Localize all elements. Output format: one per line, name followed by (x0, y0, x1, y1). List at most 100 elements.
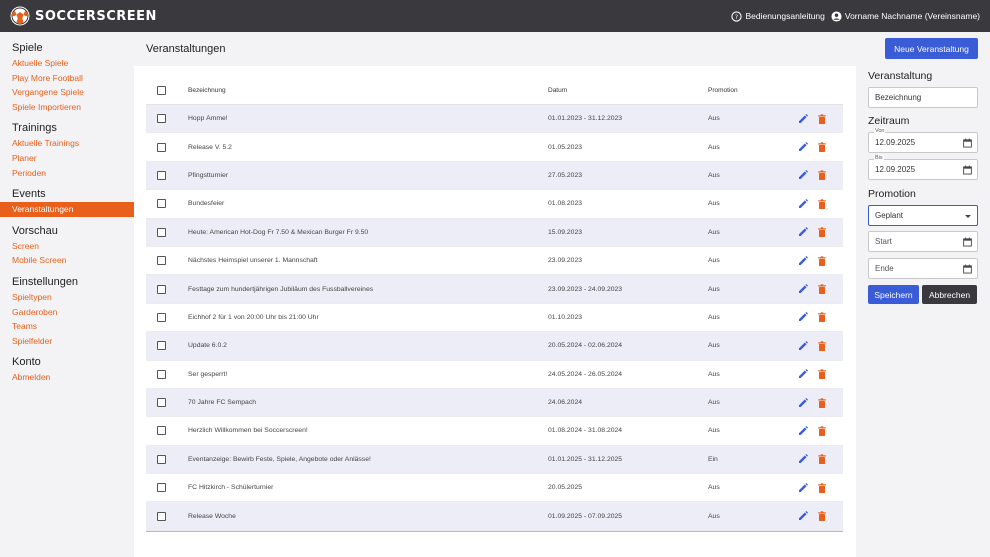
pencil-icon[interactable] (798, 255, 808, 266)
pencil-icon[interactable] (798, 454, 808, 464)
trash-icon[interactable] (817, 113, 827, 124)
row-checkbox[interactable] (157, 284, 166, 294)
row-name: Release V. 5.2 (188, 143, 232, 151)
cancel-button[interactable]: Abbrechen (922, 285, 977, 304)
sidebar-item-garderoben[interactable]: Garderoben (0, 305, 134, 320)
table-row[interactable]: Herzlich Willkommen bei Soccerscreen! 01.… (146, 417, 843, 446)
row-date: 20.05.2024 - 02.06.2024 (548, 342, 623, 350)
name-input[interactable]: Bezeichnung (868, 87, 978, 108)
row-checkbox[interactable] (157, 170, 166, 180)
sidebar-item-abmelden[interactable]: Abmelden (0, 370, 134, 385)
trash-icon[interactable] (817, 483, 827, 493)
to-date-input[interactable]: Bis 12.09.2025 (868, 155, 978, 180)
from-date-input[interactable]: Von 12.09.2025 (868, 128, 978, 153)
table-row[interactable]: Bundesfeier 01.08.2023 Aus (146, 190, 843, 219)
trash-icon[interactable] (817, 454, 827, 465)
row-checkbox[interactable] (157, 369, 166, 379)
row-checkbox[interactable] (157, 454, 166, 464)
pencil-icon[interactable] (798, 227, 808, 237)
pencil-icon[interactable] (798, 142, 808, 152)
pencil-icon[interactable] (798, 113, 808, 124)
table-row[interactable]: Hopp Ämme! 01.01.2023 - 31.12.2023 Aus (146, 105, 843, 134)
sidebar-item-perioden[interactable]: Perioden (0, 166, 134, 181)
calendar-icon[interactable] (963, 165, 972, 175)
calendar-icon[interactable] (963, 138, 972, 148)
row-checkbox[interactable] (157, 256, 166, 266)
nav-title-einstellungen: Einstellungen (12, 275, 79, 288)
sidebar-item-screen[interactable]: Screen (0, 239, 134, 254)
trash-icon[interactable] (817, 255, 827, 266)
row-checkbox[interactable] (157, 227, 166, 237)
table-row[interactable]: Eichhof 2 für 1 von 20:00 Uhr bis 21:00 … (146, 304, 843, 333)
save-button[interactable]: Speichern (868, 285, 919, 304)
table-row[interactable]: Heute: American Hot-Dog Fr 7.50 & Mexica… (146, 218, 843, 247)
promo-end-input[interactable]: Ende (868, 258, 978, 279)
row-checkbox[interactable] (157, 312, 166, 322)
brand[interactable]: SOCCERSCREEN (10, 6, 157, 26)
table-row[interactable]: Pfingstturnier 27.05.2023 Aus (146, 161, 843, 191)
trash-icon[interactable] (817, 426, 827, 436)
trash-icon[interactable] (817, 142, 827, 153)
row-checkbox[interactable] (157, 341, 166, 351)
row-checkbox[interactable] (157, 398, 166, 408)
pencil-icon[interactable] (798, 284, 808, 294)
row-checkbox[interactable] (157, 483, 166, 493)
sidebar-item-mobile-screen[interactable]: Mobile Screen (0, 253, 134, 268)
sidebar-item-spielfelder[interactable]: Spielfelder (0, 334, 134, 349)
sidebar-item-vergangene-spiele[interactable]: Vergangene Spiele (0, 85, 134, 100)
table-row[interactable]: Update 6.0.2 20.05.2024 - 02.06.2024 Aus (146, 332, 843, 361)
col-header-promo[interactable]: Promotion (708, 87, 798, 94)
pencil-icon[interactable] (798, 425, 808, 436)
row-checkbox[interactable] (157, 199, 166, 209)
trash-icon[interactable] (817, 341, 827, 351)
row-checkbox[interactable] (157, 511, 166, 521)
sidebar-item-aktuelle-spiele[interactable]: Aktuelle Spiele (0, 56, 134, 71)
from-date-label: Von (874, 128, 886, 134)
pencil-icon[interactable] (798, 511, 808, 521)
trash-icon[interactable] (817, 199, 827, 209)
row-checkbox[interactable] (157, 114, 166, 124)
pencil-icon[interactable] (798, 340, 808, 351)
promo-select[interactable]: Geplant (868, 205, 978, 226)
select-all-checkbox[interactable] (157, 85, 166, 95)
new-event-button[interactable]: Neue Veranstaltung (885, 38, 978, 59)
sidebar-item-spiele-importieren[interactable]: Spiele Importieren (0, 100, 134, 115)
table-row[interactable]: Eventanzeige: Bewirb Feste, Spiele, Ange… (146, 445, 843, 475)
trash-icon[interactable] (817, 369, 827, 380)
pencil-icon[interactable] (798, 397, 808, 408)
pencil-icon[interactable] (798, 170, 808, 180)
sidebar-item-aktuelle-trainings[interactable]: Aktuelle Trainings (0, 136, 134, 151)
table-row[interactable]: Nächstes Heimspiel unserer 1. Mannschaft… (146, 247, 843, 276)
sidebar-item-spieltypen[interactable]: Spieltypen (0, 290, 134, 305)
sidebar-item-play-more-football[interactable]: Play More Football (0, 71, 134, 86)
table-row[interactable]: Release V. 5.2 01.05.2023 Aus (146, 133, 843, 162)
trash-icon[interactable] (817, 511, 827, 522)
table-row[interactable]: Release Woche 01.09.2025 - 07.09.2025 Aus (146, 502, 843, 531)
table-row[interactable]: 70 Jahre FC Sempach 24.06.2024 Aus (146, 388, 843, 418)
table-row[interactable]: Festtage zum hundertjährigen Jubiläum de… (146, 275, 843, 304)
table-row[interactable]: Ser gesperrt! 24.05.2024 - 26.05.2024 Aus (146, 361, 843, 389)
row-checkbox[interactable] (157, 142, 166, 152)
sidebar-item-veranstaltungen[interactable]: Veranstaltungen (0, 202, 134, 217)
sidebar-item-teams[interactable]: Teams (0, 319, 134, 334)
calendar-icon[interactable] (963, 264, 972, 274)
trash-icon[interactable] (817, 312, 827, 323)
page-title: Veranstaltungen (146, 43, 226, 55)
table-row[interactable]: FC Hitzkirch - Schülerturnier 20.05.2025 A… (146, 474, 843, 503)
sidebar-item-planer[interactable]: Planer (0, 151, 134, 166)
trash-icon[interactable] (817, 170, 827, 181)
pencil-icon[interactable] (798, 482, 808, 493)
col-header-date[interactable]: Datum (548, 87, 708, 94)
row-checkbox[interactable] (157, 426, 166, 436)
pencil-icon[interactable] (798, 198, 808, 209)
manual-link[interactable]: ? Bedienungsanleitung (731, 10, 825, 22)
trash-icon[interactable] (817, 397, 827, 408)
promo-start-input[interactable]: Start (868, 231, 978, 252)
user-menu[interactable]: Vorname Nachname (Vereinsname) (831, 10, 980, 22)
col-header-name[interactable]: Bezeichnung (188, 87, 548, 94)
pencil-icon[interactable] (798, 369, 808, 379)
trash-icon[interactable] (817, 284, 827, 295)
calendar-icon[interactable] (963, 237, 972, 247)
pencil-icon[interactable] (798, 312, 808, 322)
trash-icon[interactable] (817, 227, 827, 238)
